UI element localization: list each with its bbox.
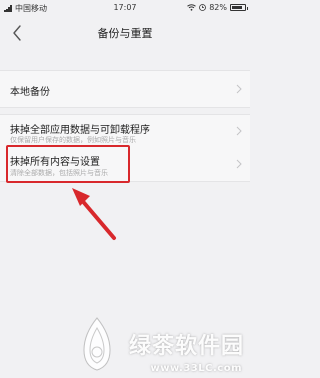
nav-bar: 备份与重置	[0, 16, 250, 50]
chevron-right-icon	[236, 84, 242, 94]
chevron-right-icon	[236, 159, 242, 169]
battery-percent: 82%	[209, 3, 227, 12]
annotation-arrow-icon	[72, 188, 116, 240]
watermark: 绿茶软件园 www.33LC.com	[70, 308, 250, 378]
wifi-icon	[187, 4, 197, 11]
page-title: 备份与重置	[97, 27, 153, 40]
watermark-brand: 绿茶软件园	[128, 334, 244, 359]
status-right: 82%	[187, 3, 248, 12]
status-bar: 中国移动 17:07 82%	[0, 0, 250, 16]
clock-icon	[199, 4, 207, 11]
watermark-logo-icon	[83, 317, 111, 371]
watermark-url: www.33LC.com	[150, 363, 242, 374]
battery-icon	[230, 4, 248, 11]
row-title: 抹掉全部应用数据与可卸载程序	[10, 125, 150, 136]
row-title: 本地备份	[10, 87, 50, 98]
battery-fill	[232, 6, 242, 9]
chevron-right-icon	[236, 126, 242, 136]
settings-row-erase-apps[interactable]: 抹掉全部应用数据与可卸载程序 仅保留用户保存的数据，例如照片与音乐	[0, 114, 250, 149]
settings-row-local-backup[interactable]: 本地备份	[0, 70, 250, 108]
row-subtitle: 仅保留用户保存的数据，例如照片与音乐	[10, 136, 136, 144]
